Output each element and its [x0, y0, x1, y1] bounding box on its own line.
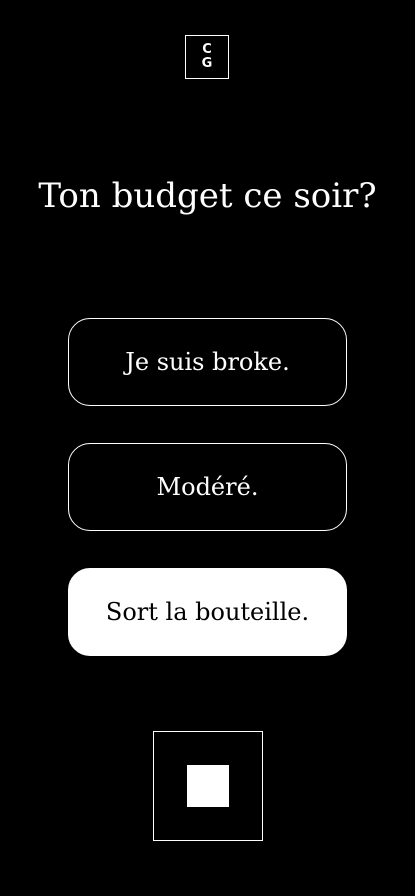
logo: C G — [185, 35, 229, 79]
logo-letter-c: C — [202, 42, 212, 57]
option-moderate-button[interactable]: Modéré. — [68, 443, 347, 531]
question-title: Ton budget ce soir? — [38, 176, 377, 216]
stop-button[interactable] — [153, 731, 263, 841]
logo-letter-g: G — [201, 56, 213, 71]
option-bottle-button[interactable]: Sort la bouteille. — [68, 568, 347, 656]
option-broke-button[interactable]: Je suis broke. — [68, 318, 347, 406]
stop-square-icon — [187, 765, 229, 807]
budget-options: Je suis broke. Modéré. Sort la bouteille… — [68, 318, 347, 693]
